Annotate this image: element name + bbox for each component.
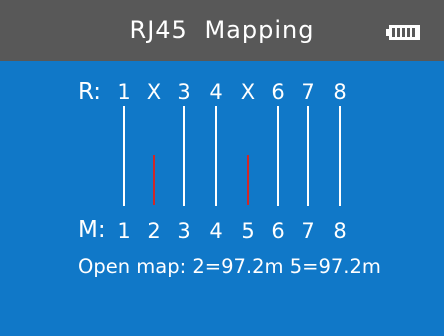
remote-pin-2: X	[146, 80, 162, 104]
main-row-label: M:	[78, 217, 106, 243]
remote-pin-1: 1	[117, 80, 131, 104]
wire-5-open	[247, 155, 249, 205]
remote-pin-6: 6	[271, 80, 285, 104]
wire-7-connected	[307, 106, 309, 206]
wire-4-connected	[215, 106, 217, 206]
main-pin-2: 2	[147, 219, 161, 243]
screen-title: RJ45 Mapping	[129, 16, 315, 44]
main-pin-6: 6	[271, 219, 285, 243]
main-pin-5: 5	[241, 219, 255, 243]
wire-8-connected	[339, 106, 341, 206]
main-pin-4: 4	[209, 219, 223, 243]
title-bar: RJ45 Mapping	[0, 0, 444, 61]
main-pin-3: 3	[177, 219, 191, 243]
remote-pin-4: 4	[209, 80, 223, 104]
remote-pin-8: 8	[333, 80, 347, 104]
remote-pin-5: X	[240, 80, 256, 104]
main-pin-7: 7	[301, 219, 315, 243]
wire-3-connected	[183, 106, 185, 206]
main-pin-1: 1	[117, 219, 131, 243]
battery-full-icon	[386, 25, 420, 40]
remote-pin-7: 7	[301, 80, 315, 104]
remote-row-label: R:	[78, 79, 102, 105]
wire-6-connected	[277, 106, 279, 206]
open-map-result: Open map: 2=97.2m 5=97.2m	[78, 255, 381, 278]
wire-2-open	[153, 155, 155, 205]
wire-1-connected	[123, 106, 125, 206]
remote-pin-3: 3	[177, 80, 191, 104]
main-pin-8: 8	[333, 219, 347, 243]
